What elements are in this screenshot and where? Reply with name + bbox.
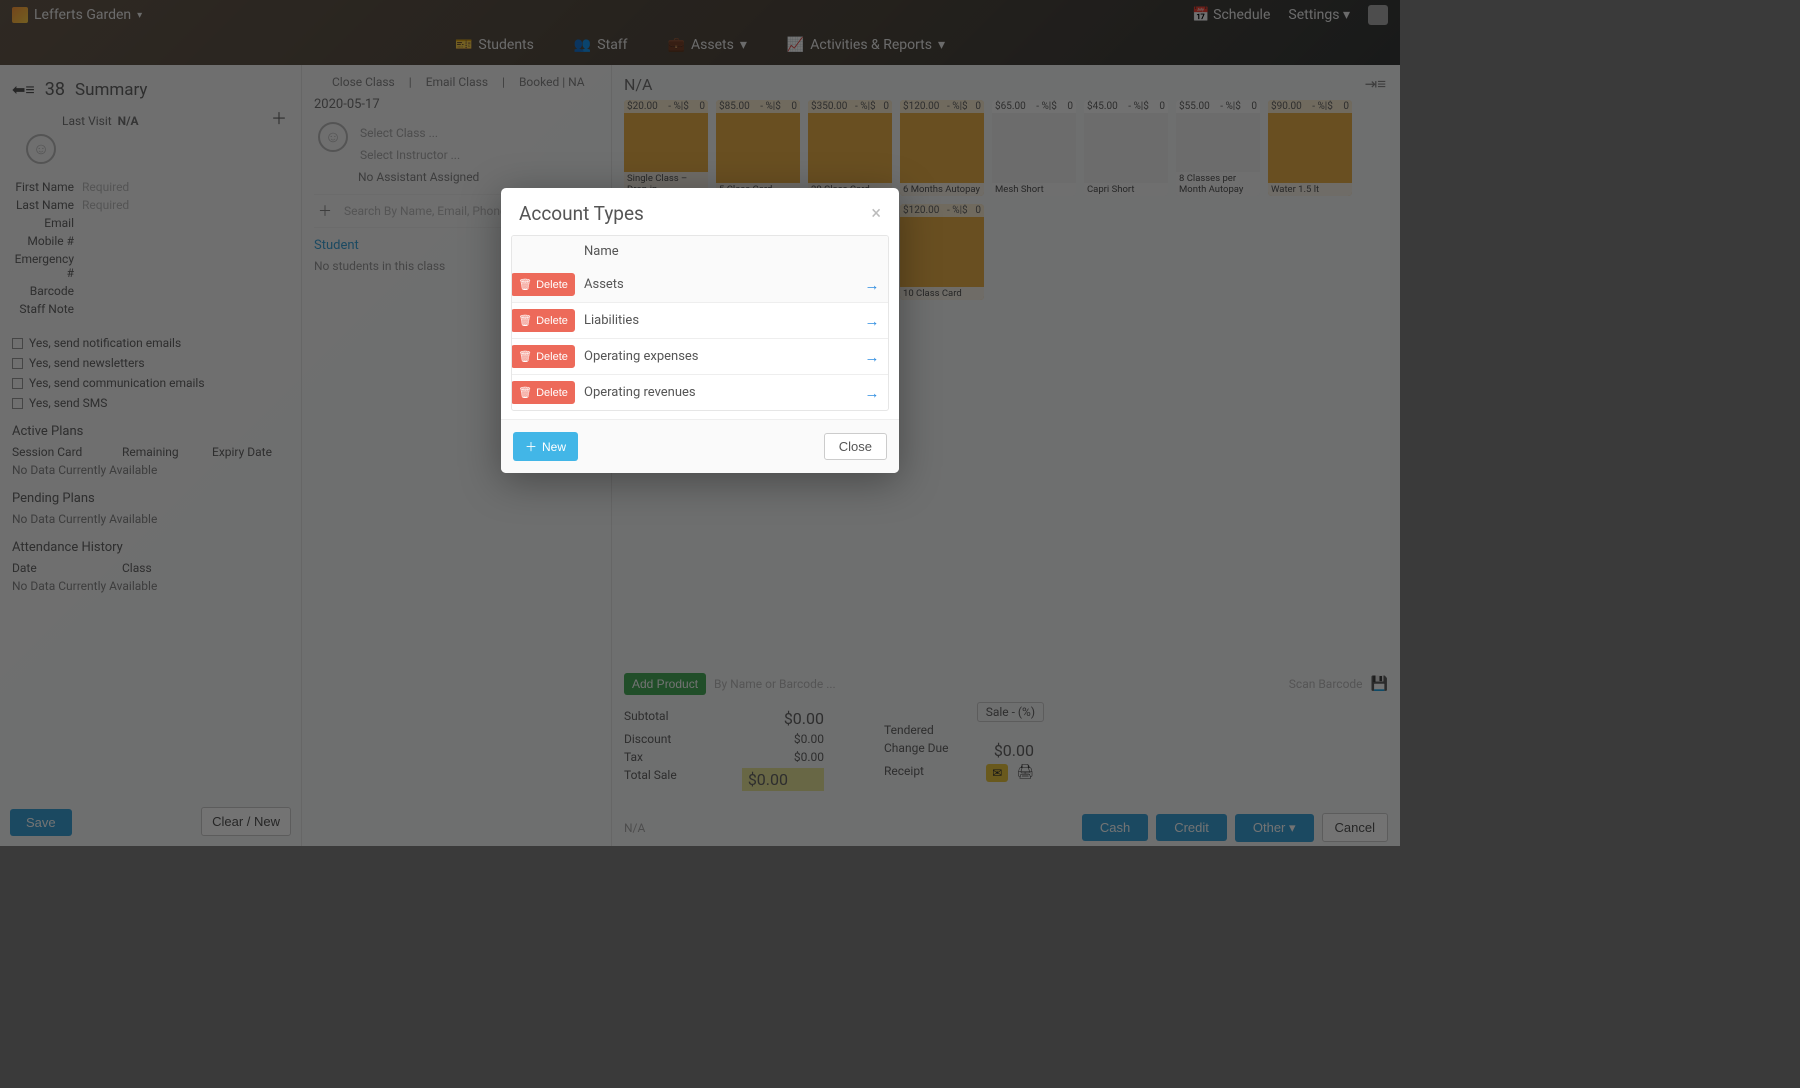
delete-button[interactable]: 🗑Delete xyxy=(511,381,575,404)
trash-icon: 🗑 xyxy=(518,386,532,399)
account-type-row: 🗑Delete Assets → xyxy=(512,267,888,302)
account-type-row: 🗑Delete Operating expenses → xyxy=(512,338,888,374)
delete-button[interactable]: 🗑Delete xyxy=(511,273,575,296)
account-type-name: Operating revenues xyxy=(574,377,856,408)
new-button[interactable]: ＋New xyxy=(513,432,578,461)
trash-icon: 🗑 xyxy=(518,314,532,327)
trash-icon: 🗑 xyxy=(518,278,532,291)
modal-title: Account Types xyxy=(519,202,644,225)
arrow-right-icon[interactable]: → xyxy=(856,378,888,408)
account-types-modal: Account Types × Name 🗑Delete Assets →🗑De… xyxy=(501,188,899,473)
trash-icon: 🗑 xyxy=(518,350,532,363)
account-type-row: 🗑Delete Operating revenues → xyxy=(512,374,888,410)
arrow-right-icon[interactable]: → xyxy=(856,342,888,372)
close-icon[interactable]: × xyxy=(871,203,881,224)
account-type-name: Assets xyxy=(574,269,856,300)
delete-button[interactable]: 🗑Delete xyxy=(511,345,575,368)
arrow-right-icon[interactable]: → xyxy=(856,306,888,336)
account-type-name: Operating expenses xyxy=(574,341,856,372)
plus-217-icon: ＋ xyxy=(525,438,537,455)
name-column-header: Name xyxy=(574,236,856,267)
account-type-row: 🗑Delete Liabilities → xyxy=(512,302,888,338)
arrow-right-icon[interactable]: → xyxy=(856,270,888,300)
account-type-name: Liabilities xyxy=(574,305,856,336)
delete-button[interactable]: 🗑Delete xyxy=(511,309,575,332)
close-button[interactable]: Close xyxy=(824,433,887,460)
